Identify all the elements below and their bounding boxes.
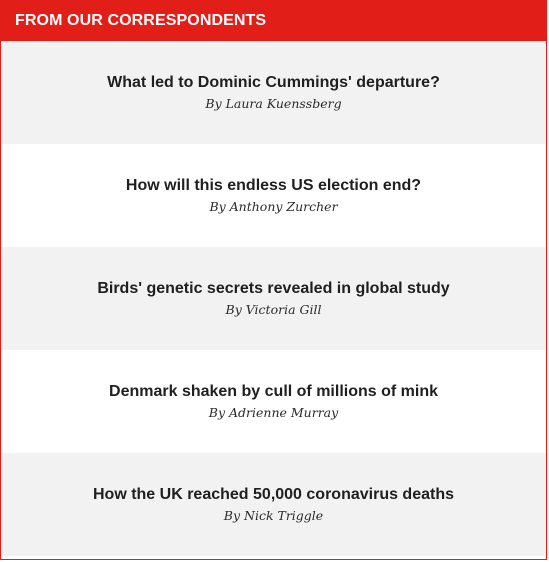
story-list: What led to Dominic Cummings' departure?…	[1, 41, 546, 556]
story-item[interactable]: How the UK reached 50,000 coronavirus de…	[1, 453, 546, 556]
story-headline-link[interactable]: How will this endless US election end?	[126, 176, 421, 196]
story-item[interactable]: Birds' genetic secrets revealed in globa…	[1, 247, 546, 350]
story-headline-link[interactable]: What led to Dominic Cummings' departure?	[107, 73, 440, 93]
story-byline: By Laura Kuenssberg	[205, 96, 342, 111]
story-byline: By Nick Triggle	[223, 508, 324, 523]
correspondents-widget: FROM OUR CORRESPONDENTS What led to Domi…	[0, 0, 547, 560]
story-byline: By Victoria Gill	[225, 302, 322, 317]
widget-header: FROM OUR CORRESPONDENTS	[1, 1, 546, 41]
story-headline-link[interactable]: How the UK reached 50,000 coronavirus de…	[93, 485, 454, 505]
story-item[interactable]: What led to Dominic Cummings' departure?…	[1, 41, 546, 144]
story-byline: By Adrienne Murray	[208, 405, 339, 420]
story-item[interactable]: How will this endless US election end? B…	[1, 144, 546, 247]
story-item[interactable]: Denmark shaken by cull of millions of mi…	[1, 350, 546, 453]
story-headline-link[interactable]: Denmark shaken by cull of millions of mi…	[109, 382, 438, 402]
story-byline: By Anthony Zurcher	[209, 199, 338, 214]
widget-title: FROM OUR CORRESPONDENTS	[15, 12, 267, 29]
story-headline-link[interactable]: Birds' genetic secrets revealed in globa…	[97, 279, 449, 299]
